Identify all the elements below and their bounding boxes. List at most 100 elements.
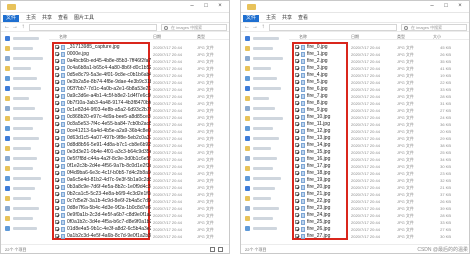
file-row[interactable]: 0f4d9ba6-6e3c-4c1f-b0b5-7d4c2b8a9e6.jpg2… [49, 170, 229, 177]
back-arrow-icon[interactable]: ← [243, 24, 251, 31]
checkbox[interactable] [55, 164, 59, 168]
file-row[interactable]: 0d8d8b56-5e91-4d8a-b7c1-cb8e6b92dd3.jpg2… [49, 142, 229, 149]
column-date[interactable]: 日期 [351, 34, 359, 40]
file-row[interactable]: 0b7f10a-3ab3-4a48-9174-4b3f8470bfc.jpg20… [49, 100, 229, 107]
file-row[interactable]: 0c868b20-e97c-4d9a-bee5-a8d85ce3f7a.jpg2… [49, 114, 229, 121]
maximize-button[interactable]: □ [439, 1, 453, 12]
checkbox[interactable] [295, 157, 299, 161]
file-row[interactable]: 0e9f0a1b-2c3d-4e5f-a6b7-c8d9e0f1a2b.jpg2… [49, 212, 229, 219]
checkbox[interactable] [295, 94, 299, 98]
maximize-button[interactable]: □ [199, 1, 213, 12]
column-name[interactable]: 名称 [59, 34, 67, 40]
file-row[interactable]: 0d8e7f6a-5b4c-4d3e-9f2a-1b0c8d7e6f5.jpg2… [49, 205, 229, 212]
file-row[interactable]: 0ce41213-6a4d-4b5e-a2a9-36b4c8e07ab.jpg2… [49, 128, 229, 135]
checkbox[interactable] [295, 129, 299, 133]
checkbox[interactable] [295, 178, 299, 182]
close-button[interactable]: × [453, 1, 467, 12]
checkbox[interactable] [295, 80, 299, 84]
checkbox[interactable] [55, 122, 59, 126]
checkbox[interactable] [295, 45, 299, 49]
search-input[interactable]: 在 images 中搜索 [161, 24, 227, 31]
checkbox[interactable] [55, 206, 59, 210]
file-row[interactable]: 01d8e4a5-9b1c-4e3f-a8d2-6c5b4a3e2f1.jpg2… [49, 226, 229, 233]
file-row[interactable]: fire_1.jpg 2020/7/17 20:44 JPG 文件 26 KB [289, 51, 469, 58]
column-date[interactable]: 日期 [153, 34, 161, 40]
tab-home[interactable]: 主页 [263, 15, 279, 22]
file-row[interactable]: 0a4bcb6b-ed45-4b8e-85b3-7ff46f2fa7ec.jpg… [49, 58, 229, 65]
checkbox[interactable] [295, 227, 299, 231]
file-row[interactable]: fire_16.jpg 2020/7/17 20:44 JPG 文件 34 KB [289, 156, 469, 163]
checkbox[interactable] [295, 185, 299, 189]
file-row[interactable]: fire_17.jpg 2020/7/17 20:44 JPG 文件 30 KB [289, 163, 469, 170]
checkbox[interactable] [295, 143, 299, 147]
checkbox[interactable] [55, 66, 59, 70]
file-row[interactable]: 0d5e8c79-5a3e-4f01-9c8e-c0b1b6ab4b8.jpg2… [49, 72, 229, 79]
back-arrow-icon[interactable]: ← [3, 24, 11, 31]
file-row[interactable]: 0c4a6b8a1-b65c4-4a80-8b6f-d0c1b5234a.jpg… [49, 65, 229, 72]
file-row[interactable]: fire_4.jpg 2020/7/17 20:44 JPG 文件 19 KB [289, 72, 469, 79]
checkbox[interactable] [295, 66, 299, 70]
path-field[interactable] [269, 24, 397, 31]
file-row[interactable]: fire_14.jpg 2020/7/17 20:44 JPG 文件 38 KB [289, 142, 469, 149]
checkbox[interactable] [55, 178, 59, 182]
file-row[interactable]: fire_13.jpg 2020/7/17 20:44 JPG 文件 29 KB [289, 135, 469, 142]
file-row[interactable]: 0d63d1c5-4a07-497b-9f8e-5eb2c0a37d8.jpg2… [49, 135, 229, 142]
close-button[interactable]: × [213, 1, 227, 12]
file-row[interactable]: fire_7.jpg 2020/7/17 20:44 JPG 文件 28 KB [289, 93, 469, 100]
file-row[interactable]: fire_18.jpg 2020/7/17 20:44 JPG 文件 23 KB [289, 170, 469, 177]
file-row[interactable]: fire_0.jpg 2020/7/17 20:44 JPG 文件 45 KB [289, 44, 469, 51]
search-input[interactable]: 在 images 中搜索 [401, 24, 467, 31]
checkbox[interactable] [55, 171, 59, 175]
tab-file[interactable]: 文件 [3, 15, 20, 22]
checkbox[interactable] [55, 94, 59, 98]
checkbox[interactable] [55, 136, 59, 140]
file-row[interactable]: fire_11.jpg 2020/7/17 20:44 JPG 文件 36 KB [289, 121, 469, 128]
file-row[interactable]: fire_12.jpg 2020/7/17 20:44 JPG 文件 20 KB [289, 128, 469, 135]
file-row[interactable]: fire_6.jpg 2020/7/17 20:44 JPG 文件 33 KB [289, 86, 469, 93]
file-row[interactable]: fire_19.jpg 2020/7/17 20:44 JPG 文件 32 KB [289, 177, 469, 184]
file-row[interactable]: fire_9.jpg 2020/7/17 20:44 JPG 文件 27 KB [289, 107, 469, 114]
file-row[interactable]: _31713985_capture.jpg 2020/7/17 20:44 JPG … [49, 44, 229, 51]
checkbox[interactable] [55, 101, 59, 105]
checkbox[interactable] [295, 234, 299, 238]
tab-file[interactable]: 文件 [243, 15, 260, 22]
file-row[interactable]: 0e3b2a5e-8b74-4f8e-9dae-4e3b9c31b1.jpg20… [49, 79, 229, 86]
checkbox[interactable] [295, 115, 299, 119]
forward-arrow-icon[interactable]: → [11, 24, 19, 31]
file-row[interactable]: fire_2.jpg 2020/7/17 20:44 JPG 文件 35 KB [289, 58, 469, 65]
file-row[interactable]: 0b2ca1c5-5c23-4e8a-b6f9-4c3d2e1f0a9.jpg2… [49, 191, 229, 198]
file-row[interactable]: fire_10.jpg 2020/7/17 20:44 JPG 文件 24 KB [289, 114, 469, 121]
up-arrow-icon[interactable]: ↑ [19, 24, 27, 31]
thumbnail-view-icon[interactable] [218, 247, 223, 252]
minimize-button[interactable]: – [425, 1, 439, 12]
forward-arrow-icon[interactable]: → [251, 24, 259, 31]
checkbox[interactable] [295, 213, 299, 217]
checkbox[interactable] [295, 108, 299, 112]
file-row[interactable]: fire_3.jpg 2020/7/17 20:44 JPG 文件 41 KB [289, 65, 469, 72]
column-type[interactable]: 类型 [197, 34, 205, 40]
path-field[interactable] [29, 24, 157, 31]
file-row[interactable]: 0f2f7bb7-7d1c-4a0b-a2e1-6b8a53e21c4.jpg2… [49, 86, 229, 93]
column-size[interactable]: 大小 [433, 34, 441, 40]
checkbox[interactable] [295, 220, 299, 224]
checkbox[interactable] [295, 171, 299, 175]
checkbox[interactable] [295, 122, 299, 126]
checkbox[interactable] [295, 192, 299, 196]
checkbox[interactable] [55, 199, 59, 203]
checkbox[interactable] [55, 143, 59, 147]
checkbox[interactable] [55, 227, 59, 231]
file-row[interactable]: 0c8a5e53-7f4c-4e55-ba84-7cb0b2ac81e.jpg2… [49, 121, 229, 128]
file-row[interactable]: fire_21.jpg 2020/7/17 20:44 JPG 文件 37 KB [289, 191, 469, 198]
file-row[interactable]: 0b3a8c9e-7d6f-4e5a-8b2c-1e0f9d4c3b2.jpg2… [49, 184, 229, 191]
file-row[interactable]: fire_25.jpg 2020/7/17 20:44 JPG 文件 33 KB [289, 219, 469, 226]
checkbox[interactable] [295, 136, 299, 140]
file-row[interactable]: 0e3d3e21-9b4e-4f01-a3c3-b64c9d35e4a.jpg2… [49, 149, 229, 156]
tab-view[interactable]: 查看 [295, 15, 311, 22]
minimize-button[interactable]: – [185, 1, 199, 12]
tab-share[interactable]: 共享 [279, 15, 295, 22]
checkbox[interactable] [295, 52, 299, 56]
checkbox[interactable] [55, 73, 59, 77]
file-row[interactable]: fire_24.jpg 2020/7/17 20:44 JPG 文件 28 KB [289, 212, 469, 219]
checkbox[interactable] [295, 164, 299, 168]
column-type[interactable]: 类型 [397, 34, 405, 40]
